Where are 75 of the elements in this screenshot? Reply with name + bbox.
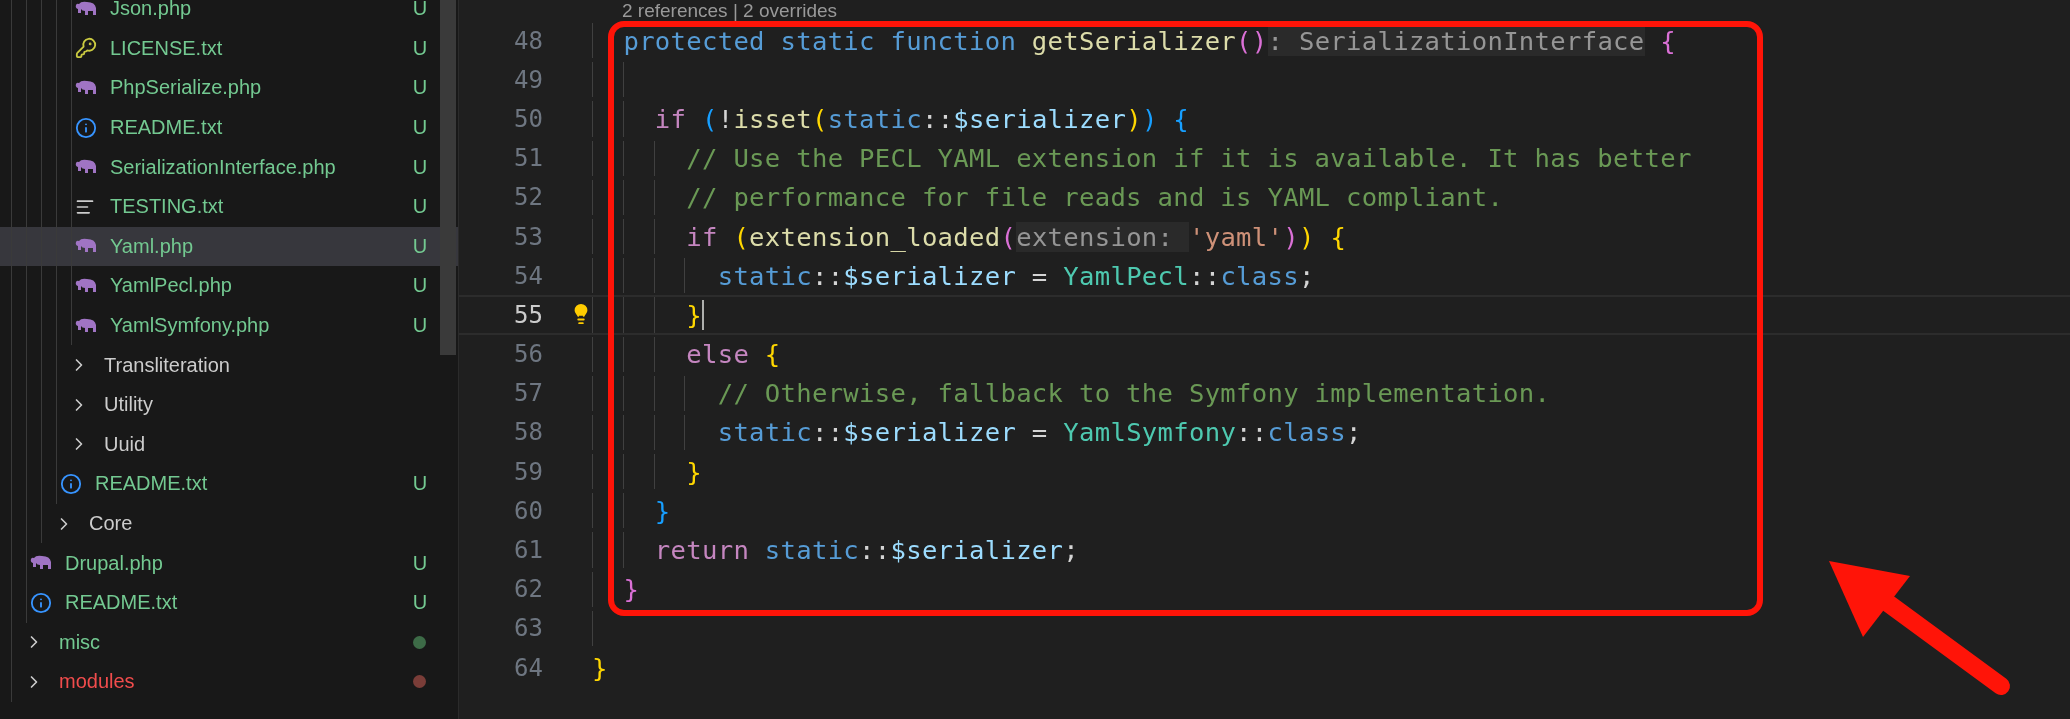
line-number: 50	[513, 104, 543, 133]
line-number: 61	[513, 536, 543, 565]
line-number: 54	[513, 261, 543, 290]
tree-item[interactable]: SerializationInterface.php U	[0, 147, 458, 187]
line-number: 49	[513, 65, 543, 94]
code-line: // Use the PECL YAML extension if it is available. It has better	[685, 143, 1692, 174]
git-status: U	[411, 551, 429, 575]
git-status: U	[411, 274, 429, 298]
code-line: else {	[685, 339, 781, 370]
tree-item[interactable]: README.txt U	[0, 582, 458, 623]
info-icon	[30, 591, 52, 614]
line-number: 52	[513, 183, 543, 212]
code-line: static::$serializer = YamlPecl::class;	[716, 260, 1315, 291]
info-icon	[75, 116, 97, 139]
code-line: }	[685, 456, 702, 487]
tree-item[interactable]: Utility	[0, 384, 458, 425]
elephant-icon	[75, 0, 97, 17]
elephant-icon	[75, 159, 97, 176]
git-status: U	[411, 155, 429, 179]
tree-item[interactable]: LICENSE.txt U	[0, 28, 458, 69]
tree-item[interactable]: Yaml.php U	[0, 226, 458, 267]
tree-item[interactable]: misc	[0, 622, 458, 663]
tree-item[interactable]: Transliteration	[0, 345, 458, 385]
line-number: 59	[513, 457, 543, 486]
git-status: U	[411, 314, 429, 338]
elephant-icon	[75, 238, 97, 255]
tree-item[interactable]: YamlSymfony.php U	[0, 305, 458, 346]
tree-item[interactable]: PhpSerialize.php U	[0, 68, 458, 108]
line-number: 64	[513, 653, 543, 682]
line-number: 51	[513, 144, 543, 173]
tree-item[interactable]: Drupal.php U	[0, 543, 458, 583]
line-number: 56	[513, 340, 543, 369]
code-line: if (extension_loaded(extension: 'yaml')) {	[685, 221, 1347, 252]
scrollbar-thumb[interactable]	[440, 0, 456, 355]
git-status: U	[411, 0, 429, 21]
key-icon	[75, 37, 97, 60]
tree-item[interactable]: Uuid	[0, 424, 458, 465]
line-number: 53	[513, 222, 543, 251]
code-line: // performance for file reads and is YAML compliant.	[685, 182, 1504, 213]
elephant-icon	[75, 317, 97, 334]
text-cursor	[701, 299, 704, 330]
codelens-link[interactable]: 2 references | 2 overrides	[622, 0, 838, 21]
elephant-icon	[75, 80, 97, 96]
line-number: 57	[513, 379, 543, 408]
git-status: U	[411, 116, 429, 140]
tree-item[interactable]: README.txt U	[0, 107, 458, 148]
git-status: U	[411, 234, 429, 258]
code-line: }	[592, 652, 608, 683]
code-line: // Otherwise, fallback to the Symfony implementation.	[716, 378, 1551, 409]
git-status: U	[411, 195, 429, 219]
line-number: 62	[513, 575, 543, 604]
info-icon	[60, 472, 82, 495]
code-line: static::$serializer = YamlSymfony::class;	[716, 417, 1362, 448]
code-line: }	[653, 495, 671, 526]
line-number: 60	[513, 496, 543, 525]
code-line: }	[622, 574, 640, 605]
elephant-icon	[75, 277, 97, 294]
line-number: 55	[513, 300, 543, 329]
line-number: 48	[513, 26, 543, 55]
git-status: U	[411, 36, 429, 60]
elephant-icon	[30, 555, 52, 572]
git-status: U	[411, 472, 429, 496]
tree-item[interactable]: Core	[0, 503, 458, 544]
line-number: 63	[513, 614, 543, 643]
tree-item[interactable]: TESTING.txt U	[0, 186, 458, 227]
tree-item[interactable]: README.txt U	[0, 464, 458, 504]
tree-item[interactable]: modules	[0, 662, 458, 702]
tree-item[interactable]: YamlPecl.php U	[0, 266, 458, 306]
code-line: return static::$serializer;	[653, 535, 1079, 566]
line-number: 58	[513, 418, 543, 447]
git-status: U	[411, 76, 429, 100]
code-line: if (!isset(static::$serializer)) {	[653, 103, 1189, 134]
tree-item[interactable]: Json.php U	[0, 0, 458, 29]
git-status: U	[411, 591, 429, 615]
code-line: }	[685, 299, 702, 330]
